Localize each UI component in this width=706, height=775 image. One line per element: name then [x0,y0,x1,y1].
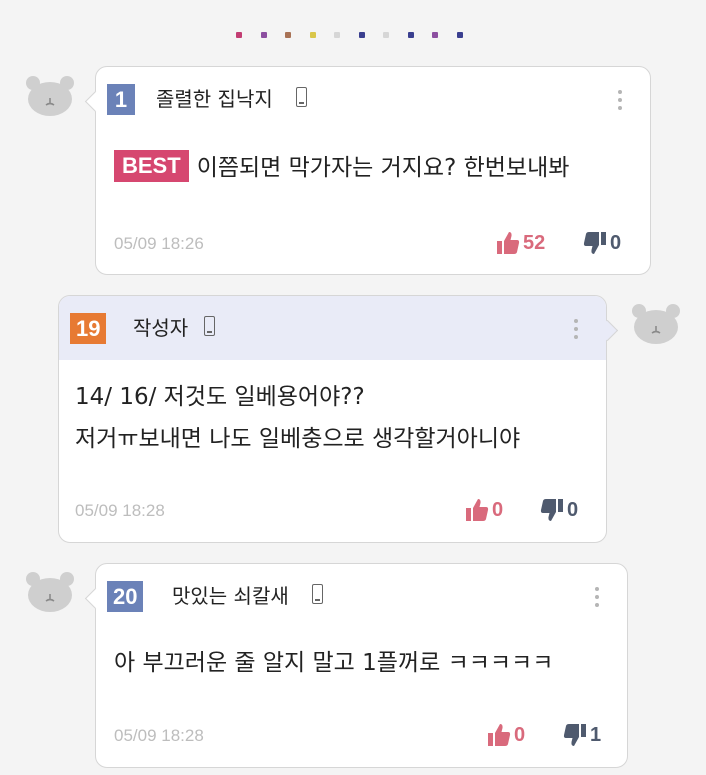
page-indicator-dot[interactable] [383,32,389,38]
page-indicator-dot[interactable] [309,32,316,38]
like-count: 0 [514,723,526,746]
nickname[interactable]: 맛있는 쇠칼새 [172,581,289,612]
comment-body-line-1: 14/ 16/ 저것도 일베용어야?? [75,384,365,410]
like-button[interactable]: 0 [486,721,525,749]
dislike-button[interactable]: 1 [562,721,601,749]
thumbs-up-icon [497,232,520,254]
bear-avatar-icon [26,76,74,116]
like-count: 52 [523,231,546,254]
comment-number-badge: 19 [70,313,107,344]
thumbs-up-icon [488,724,511,746]
comment-body-line-2: 저거ㅠ보내면 나도 일베충으로 생각할거아니야 [75,426,521,452]
best-badge: BEST [114,150,189,182]
comment-header: 19 작성자 [59,296,606,360]
page-indicator-dot[interactable] [236,32,242,38]
like-count: 0 [492,498,504,521]
nickname[interactable]: 작성자 [133,313,188,344]
mobile-icon [312,584,323,604]
comment-thread: 1 졸렬한 집낙지 BEST 이쯤되면 막가자는 거지요? 한번보내봐 05/09… [0,0,706,775]
more-options-icon[interactable] [618,90,623,114]
page-indicator-dot[interactable] [334,32,340,38]
mobile-icon [296,87,307,107]
like-button[interactable]: 52 [495,229,545,257]
page-indicator-dot[interactable] [358,32,365,38]
more-options-icon[interactable] [574,319,579,343]
thumbs-down-icon [583,232,606,254]
bear-avatar[interactable] [630,302,682,346]
thumbs-down-icon [540,499,563,521]
comment-card: 1 졸렬한 집낙지 BEST 이쯤되면 막가자는 거지요? 한번보내봐 05/09… [84,66,651,275]
bear-avatar-icon [26,572,74,612]
comment-header: 20 맛있는 쇠칼새 [96,564,627,628]
author-comment-card: 19 작성자 14/ 16/ 저것도 일베용어야?? 저거ㅠ보내면 나도 일베충… [58,295,618,543]
comment-body: BEST 이쯤되면 막가자는 거지요? 한번보내봐 [114,149,569,187]
page-indicator-dot[interactable] [432,32,438,38]
more-options-icon[interactable] [595,587,600,611]
dislike-button[interactable]: 0 [582,229,621,257]
like-button[interactable]: 0 [464,496,503,524]
page-indicator-dot[interactable] [456,32,463,38]
dislike-button[interactable]: 0 [539,496,578,524]
comment-timestamp: 05/09 18:26 [114,234,204,253]
bear-avatar[interactable] [24,570,76,614]
thumbs-down-icon [563,724,586,746]
comment-text: 이쯤되면 막가자는 거지요? 한번보내봐 [196,155,570,181]
comment-timestamp: 05/09 18:28 [114,726,204,745]
page-indicator-dot[interactable] [260,32,267,38]
thumbs-up-icon [466,499,489,521]
comment-timestamp: 05/09 18:28 [75,501,165,520]
page-indicator-dot[interactable] [407,32,414,38]
comment-number-badge: 20 [107,581,144,612]
bear-avatar[interactable] [24,74,76,118]
dislike-count: 0 [567,498,579,521]
page-indicator-dot[interactable] [285,32,291,38]
dislike-count: 1 [590,723,602,746]
comment-card: 20 맛있는 쇠칼새 아 부끄러운 줄 알지 말고 1플꺼로 ㅋㅋㅋㅋㅋ 05/… [84,563,628,768]
nickname[interactable]: 졸렬한 집낙지 [156,84,273,115]
comment-body: 아 부끄러운 줄 알지 말고 1플꺼로 ㅋㅋㅋㅋㅋ [114,650,554,676]
mobile-icon [204,316,215,336]
comment-header: 1 졸렬한 집낙지 [96,67,650,131]
bear-avatar-icon [632,304,680,344]
comment-number-badge: 1 [107,84,135,115]
dislike-count: 0 [610,231,622,254]
